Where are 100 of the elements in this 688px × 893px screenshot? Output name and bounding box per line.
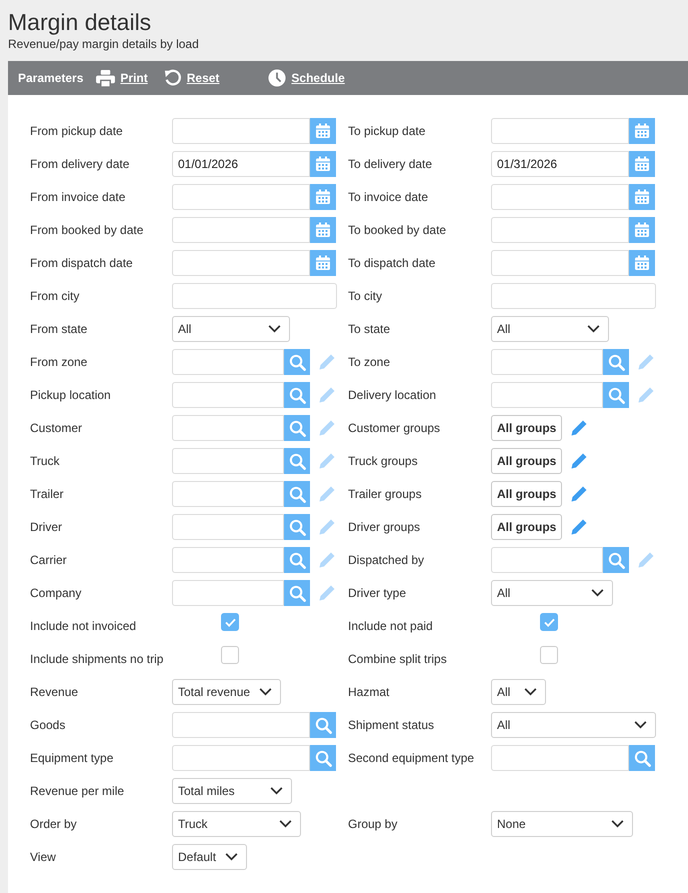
date-field[interactable]	[491, 184, 629, 210]
field-label: Revenue	[30, 686, 78, 698]
search-button[interactable]	[284, 514, 310, 540]
date-field[interactable]	[491, 250, 629, 276]
date-field[interactable]: 01/01/2026	[172, 151, 310, 177]
text-field[interactable]	[491, 283, 656, 309]
field-label: To zone	[348, 356, 390, 368]
lookup-field[interactable]	[172, 745, 310, 771]
lookup-field[interactable]	[491, 349, 603, 375]
calendar-button[interactable]	[310, 151, 336, 177]
date-field[interactable]	[172, 217, 310, 243]
lookup-field[interactable]	[172, 514, 284, 540]
groups-button[interactable]: All groups	[491, 415, 562, 441]
reset-link[interactable]: Reset	[186, 71, 220, 85]
clock-icon	[268, 69, 286, 87]
search-icon	[288, 386, 306, 404]
groups-button[interactable]: All groups	[491, 481, 562, 507]
print-link[interactable]: Print	[120, 71, 148, 85]
field-label: Carrier	[30, 554, 67, 566]
lookup-field[interactable]	[172, 481, 284, 507]
check-icon	[544, 618, 554, 626]
lookup-field[interactable]	[172, 712, 310, 738]
search-icon	[314, 716, 332, 734]
calendar-button[interactable]	[310, 217, 336, 243]
checkbox[interactable]	[221, 646, 239, 664]
field-label: Company	[30, 586, 82, 600]
field-label: View	[30, 850, 56, 864]
dropdown[interactable]: Total miles	[172, 778, 292, 804]
chevron-icon	[225, 853, 238, 861]
calendar-icon	[634, 156, 650, 172]
search-button[interactable]	[284, 481, 310, 507]
dropdown[interactable]: None	[491, 811, 633, 837]
search-button[interactable]	[284, 448, 310, 474]
lookup-field[interactable]	[491, 745, 629, 771]
calendar-button[interactable]	[629, 250, 655, 276]
lookup-field[interactable]	[491, 547, 603, 573]
field-label: Driver	[30, 520, 62, 534]
search-button[interactable]	[603, 349, 629, 375]
field-label: From delivery date	[30, 158, 130, 170]
lookup-field[interactable]	[491, 382, 603, 408]
dropdown[interactable]: All	[491, 580, 613, 606]
chevron-icon	[270, 787, 283, 795]
text-field[interactable]	[172, 283, 337, 309]
search-icon	[288, 552, 306, 568]
field-label: Include shipments no trip	[30, 652, 164, 666]
search-button[interactable]	[310, 745, 336, 771]
dropdown[interactable]: All	[491, 712, 656, 738]
search-button[interactable]	[284, 415, 310, 441]
field-label: Driver groups	[348, 520, 420, 534]
date-field[interactable]	[172, 118, 310, 144]
search-button[interactable]	[310, 712, 336, 738]
lookup-field[interactable]	[172, 547, 284, 573]
field-label: Dispatched by	[348, 554, 424, 566]
search-icon	[608, 354, 624, 370]
calendar-button[interactable]	[310, 184, 336, 210]
calendar-button[interactable]	[310, 250, 336, 276]
calendar-button[interactable]	[629, 184, 655, 210]
date-field[interactable]	[172, 184, 310, 210]
field-label: To invoice date	[348, 190, 428, 204]
dropdown[interactable]: All	[172, 316, 290, 342]
checkbox[interactable]	[540, 646, 558, 664]
dropdown[interactable]: All	[491, 316, 609, 342]
search-button[interactable]	[284, 547, 310, 573]
dropdown[interactable]: Truck	[172, 811, 301, 837]
schedule-link[interactable]: Schedule	[291, 71, 345, 85]
search-button[interactable]	[284, 349, 310, 375]
field-label: Group by	[348, 818, 398, 830]
chevron-icon	[279, 820, 292, 828]
check-icon	[224, 618, 236, 626]
date-field[interactable]	[491, 118, 629, 144]
search-button[interactable]	[284, 382, 310, 408]
calendar-button[interactable]	[629, 217, 655, 243]
dropdown[interactable]: Default	[172, 844, 247, 870]
field-label: From pickup date	[30, 124, 123, 138]
dropdown[interactable]: Total revenue	[172, 679, 281, 705]
lookup-field[interactable]	[172, 382, 284, 408]
groups-button[interactable]: All groups	[491, 514, 562, 540]
calendar-button[interactable]	[310, 118, 336, 144]
chevron-icon	[259, 688, 272, 696]
page-title: Margin details	[8, 8, 152, 36]
groups-button[interactable]: All groups	[491, 448, 562, 474]
field-label: From city	[30, 290, 80, 302]
search-button[interactable]	[603, 547, 629, 573]
checkbox[interactable]	[221, 613, 239, 631]
lookup-field[interactable]	[172, 448, 284, 474]
date-field[interactable]	[172, 250, 310, 276]
lookup-field[interactable]	[172, 349, 284, 375]
lookup-field[interactable]	[172, 580, 284, 606]
search-button[interactable]	[284, 580, 310, 606]
search-button[interactable]	[629, 745, 655, 771]
page-subtitle: Revenue/pay margin details by load	[8, 36, 200, 52]
calendar-button[interactable]	[629, 118, 655, 144]
dropdown[interactable]: All	[491, 679, 546, 705]
calendar-icon	[315, 123, 331, 139]
lookup-field[interactable]	[172, 415, 284, 441]
date-field[interactable]: 01/31/2026	[491, 151, 629, 177]
checkbox[interactable]	[540, 613, 558, 631]
date-field[interactable]	[491, 217, 629, 243]
calendar-button[interactable]	[629, 151, 655, 177]
search-button[interactable]	[603, 382, 629, 408]
